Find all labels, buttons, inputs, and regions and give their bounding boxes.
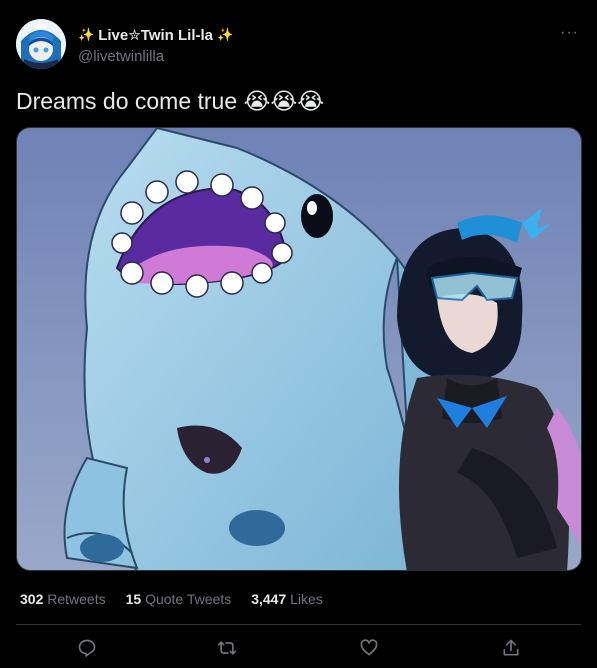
retweet-icon xyxy=(217,641,237,655)
author-name-row[interactable]: ✨ Live✮Twin Lil-la ✨ xyxy=(78,26,233,44)
quote-tweets-label: Quote Tweets xyxy=(145,591,232,607)
share-button[interactable] xyxy=(499,636,523,660)
sparkle-icon: ✨ xyxy=(78,27,95,42)
tweet-text: Dreams do come true 😭😭😭 xyxy=(16,88,325,114)
retweets-stat[interactable]: 302 Retweets xyxy=(20,591,106,607)
likes-count: 3,447 xyxy=(251,591,287,607)
retweets-label: Retweets xyxy=(47,591,106,607)
action-bar xyxy=(0,632,597,668)
reply-button[interactable] xyxy=(75,636,99,660)
author-display-name[interactable]: Live✮Twin Lil-la xyxy=(98,26,213,44)
sparkle-icon: ✨ xyxy=(217,27,234,42)
retweet-button[interactable] xyxy=(215,636,239,660)
likes-label: Likes xyxy=(290,591,323,607)
tweet-image[interactable] xyxy=(16,127,582,571)
likes-stat[interactable]: 3,447 Likes xyxy=(251,591,323,607)
more-options-icon[interactable]: ··· xyxy=(560,24,579,42)
avatar[interactable] xyxy=(16,19,66,69)
retweets-count: 302 xyxy=(20,591,44,607)
reply-icon xyxy=(78,639,96,657)
like-button[interactable] xyxy=(357,636,381,660)
quote-tweets-stat[interactable]: 15 Quote Tweets xyxy=(126,591,232,607)
divider xyxy=(16,624,581,625)
like-icon xyxy=(360,639,378,656)
share-icon xyxy=(503,639,519,656)
author-handle[interactable]: @livetwinlilla xyxy=(78,48,164,65)
tweet-stats: 302 Retweets 15 Quote Tweets 3,447 Likes xyxy=(20,591,323,607)
tweet-card: ✨ Live✮Twin Lil-la ✨ @livetwinlilla ··· … xyxy=(0,0,597,668)
quote-tweets-count: 15 xyxy=(125,591,142,607)
